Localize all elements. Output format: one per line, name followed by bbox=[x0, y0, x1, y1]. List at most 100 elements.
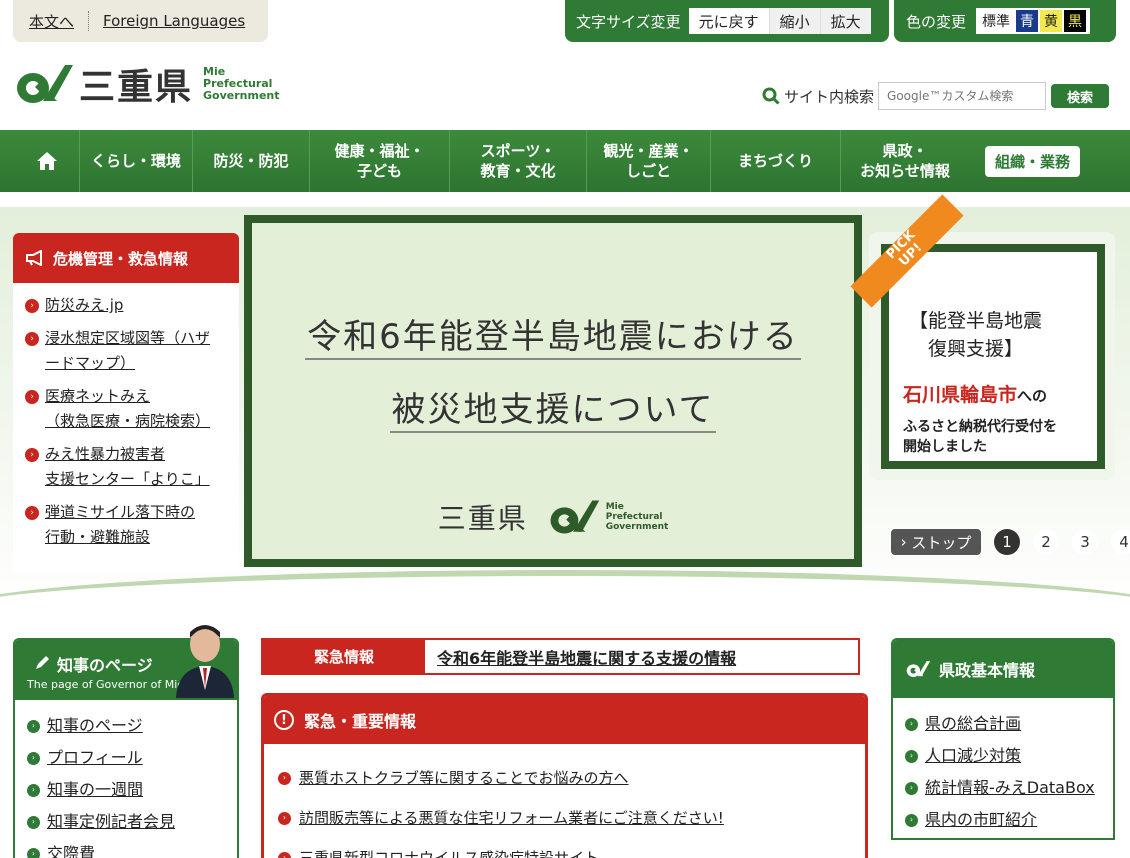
slide-logo-kanji: 三重県 bbox=[437, 502, 528, 535]
carousel-stop-button[interactable]: › ストップ bbox=[891, 529, 981, 555]
nav-item-tourism[interactable]: 観光・産業・ しごと bbox=[587, 130, 711, 192]
notice-link[interactable]: 訪問販売等による悪質な住宅リフォーム業者にご注意ください! bbox=[299, 798, 724, 838]
chevron-right-icon: › bbox=[278, 811, 291, 825]
logo-kanji: 三重県 bbox=[79, 67, 194, 108]
governor-title: 知事のページ bbox=[57, 656, 153, 675]
notice-links: › 悪質ホストクラブ等に関することでお悩みの方へ › 訪問販売等による悪質な住宅リフ… bbox=[264, 744, 865, 858]
nav-item-sports[interactable]: スポーツ・ 教育・文化 bbox=[450, 130, 587, 192]
search-label: サイト内検索 bbox=[784, 87, 875, 106]
chevron-right-icon: › bbox=[278, 851, 291, 858]
chevron-right-icon: › bbox=[25, 448, 39, 462]
nav-item-life[interactable]: くらし・環境 bbox=[80, 130, 193, 192]
chevron-right-icon: › bbox=[900, 533, 912, 551]
color-yellow-button[interactable]: 黄 bbox=[1040, 10, 1063, 32]
basic-info-link[interactable]: 人口減少対策 bbox=[925, 740, 1021, 772]
chevron-right-icon: › bbox=[25, 390, 39, 404]
carousel-controls: › ストップ 1 2 3 4 bbox=[891, 529, 1130, 555]
chevron-right-icon: › bbox=[905, 749, 918, 763]
color-standard-button[interactable]: 標準 bbox=[978, 10, 1014, 32]
list-item: › 訪問販売等による悪質な住宅リフォーム業者にご注意ください! bbox=[278, 798, 865, 838]
home-icon bbox=[36, 152, 57, 170]
nav-item-town[interactable]: まちづくり bbox=[711, 130, 841, 192]
basic-info-header: 県政基本情報 bbox=[893, 640, 1113, 698]
nav-label: スポーツ・ bbox=[480, 142, 556, 160]
font-size-reset-button[interactable]: 元に戻す bbox=[688, 8, 769, 34]
carousel-page-4[interactable]: 4 bbox=[1111, 529, 1130, 555]
carousel-page-2[interactable]: 2 bbox=[1033, 529, 1059, 555]
urgent-link[interactable]: 令和6年能登半島地震に関する支援の情報 bbox=[437, 645, 736, 669]
font-size-controls: 文字サイズ変更 元に戻す 縮小 拡大 bbox=[565, 0, 889, 42]
crisis-link[interactable]: 浸水想定区域図等（ハザ bbox=[45, 329, 210, 347]
search-input[interactable] bbox=[878, 82, 1047, 110]
nav-item-disaster[interactable]: 防災・防犯 bbox=[193, 130, 310, 192]
governor-link[interactable]: 知事の一週間 bbox=[47, 774, 143, 806]
basic-info-link[interactable]: 統計情報-みえDataBox bbox=[925, 772, 1095, 804]
basic-info-link[interactable]: 県内の市町紹介 bbox=[925, 804, 1037, 836]
basic-info-panel: 県政基本情報 › 県の総合計画 › 人口減少対策 › 統計情報-みえDataBox ›… bbox=[891, 638, 1115, 840]
slide-logo-eng-line: Prefectural bbox=[605, 512, 663, 522]
slide-title-line2: 被災地支援について bbox=[389, 382, 717, 433]
crisis-link[interactable]: （救急医療・病院検索） bbox=[45, 412, 210, 430]
crisis-link[interactable]: 医療ネットみえ bbox=[45, 387, 150, 405]
color-change-controls: 色の変更 標準 青 黄 黒 bbox=[894, 0, 1116, 42]
governor-link[interactable]: 知事定例記者会見 bbox=[47, 806, 175, 838]
nav-label: 県政・ bbox=[882, 142, 928, 160]
mie-logo-mark-icon bbox=[550, 500, 599, 534]
crisis-link[interactable]: ードマップ） bbox=[45, 354, 135, 372]
list-item: › 知事のページ bbox=[27, 710, 237, 742]
chevron-right-icon: › bbox=[905, 717, 918, 731]
slide-logo-english: Mie Prefectural Government bbox=[606, 502, 669, 532]
crisis-link[interactable]: 防災みえ.jp bbox=[45, 296, 123, 314]
crisis-title: 危機管理・救急情報 bbox=[53, 249, 189, 268]
nav-item-health[interactable]: 健康・福祉・ 子ども bbox=[310, 130, 450, 192]
crisis-link[interactable]: 弾道ミサイル落下時の bbox=[45, 503, 195, 521]
crisis-link[interactable]: みえ性暴力被害者 bbox=[45, 445, 165, 463]
color-blue-button[interactable]: 青 bbox=[1016, 10, 1039, 32]
urgent-label: 緊急情報 bbox=[263, 640, 425, 673]
important-notice-panel: ! 緊急・重要情報 › 悪質ホストクラブ等に関することでお悩みの方へ › 訪問販売等… bbox=[261, 693, 868, 858]
notice-link[interactable]: 三重県新型コロナウイルス感染症特設サイト bbox=[299, 838, 599, 858]
nav-label: くらし・環境 bbox=[90, 152, 181, 170]
nav-home[interactable] bbox=[14, 130, 80, 192]
foreign-languages-link[interactable]: Foreign Languages bbox=[103, 12, 245, 30]
search-icon bbox=[762, 87, 780, 105]
notice-header: ! 緊急・重要情報 bbox=[264, 696, 865, 744]
carousel-page-3[interactable]: 3 bbox=[1072, 529, 1098, 555]
chevron-right-icon: › bbox=[25, 332, 39, 346]
color-black-button[interactable]: 黒 bbox=[1064, 10, 1087, 32]
governor-link[interactable]: 交際費 bbox=[47, 838, 95, 858]
governor-link[interactable]: 知事のページ bbox=[47, 710, 143, 742]
crisis-link[interactable]: 支援センター「よりこ」 bbox=[45, 470, 210, 488]
crisis-link[interactable]: 行動・避難施設 bbox=[45, 528, 150, 546]
carousel-page-1[interactable]: 1 bbox=[994, 529, 1020, 555]
logo-eng-line: Government bbox=[203, 89, 280, 102]
list-item: › みえ性暴力被害者支援センター「よりこ」 bbox=[25, 442, 229, 492]
font-size-larger-button[interactable]: 拡大 bbox=[819, 8, 871, 34]
pickup-body: ふるさと納税代行受付を 開始しました bbox=[903, 417, 1057, 457]
search-button[interactable]: 検索 bbox=[1051, 84, 1110, 108]
font-size-smaller-button[interactable]: 縮小 bbox=[768, 8, 820, 34]
slide-logo-eng-line: Mie bbox=[605, 502, 624, 512]
stop-label: ストップ bbox=[911, 533, 972, 552]
basic-info-title: 県政基本情報 bbox=[939, 661, 1036, 680]
font-size-label: 文字サイズ変更 bbox=[576, 12, 681, 31]
skip-to-main-link[interactable]: 本文へ bbox=[29, 11, 74, 32]
page: { "skip": {"main_link": "本文へ", "foreign_… bbox=[0, 0, 1130, 858]
site-search: サイト内検索 検索 bbox=[762, 82, 1110, 110]
color-buttons: 標準 青 黄 黒 bbox=[976, 8, 1091, 34]
color-change-label: 色の変更 bbox=[906, 12, 967, 31]
pickup-city-name: 石川県輪島市 bbox=[903, 384, 1018, 406]
nav-item-prefecture[interactable]: 県政・ お知らせ情報 bbox=[841, 130, 969, 192]
nav-org-button[interactable]: 組織・業務 bbox=[985, 145, 1081, 177]
chevron-right-icon: › bbox=[27, 751, 40, 765]
chevron-right-icon: › bbox=[27, 719, 40, 733]
hero-slide[interactable]: 令和6年能登半島地震における 被災地支援について 三重県 Mie Prefect… bbox=[244, 215, 862, 567]
site-logo[interactable]: 三重県 Mie Prefectural Government bbox=[13, 58, 280, 110]
chevron-right-icon: › bbox=[905, 781, 918, 795]
notice-link[interactable]: 悪質ホストクラブ等に関することでお悩みの方へ bbox=[299, 758, 629, 798]
governor-link[interactable]: プロフィール bbox=[47, 742, 143, 774]
nav-label: まちづくり bbox=[737, 152, 813, 170]
basic-info-link[interactable]: 県の総合計画 bbox=[925, 708, 1021, 740]
list-item: › 交際費 bbox=[27, 838, 237, 858]
chevron-right-icon: › bbox=[27, 815, 40, 829]
